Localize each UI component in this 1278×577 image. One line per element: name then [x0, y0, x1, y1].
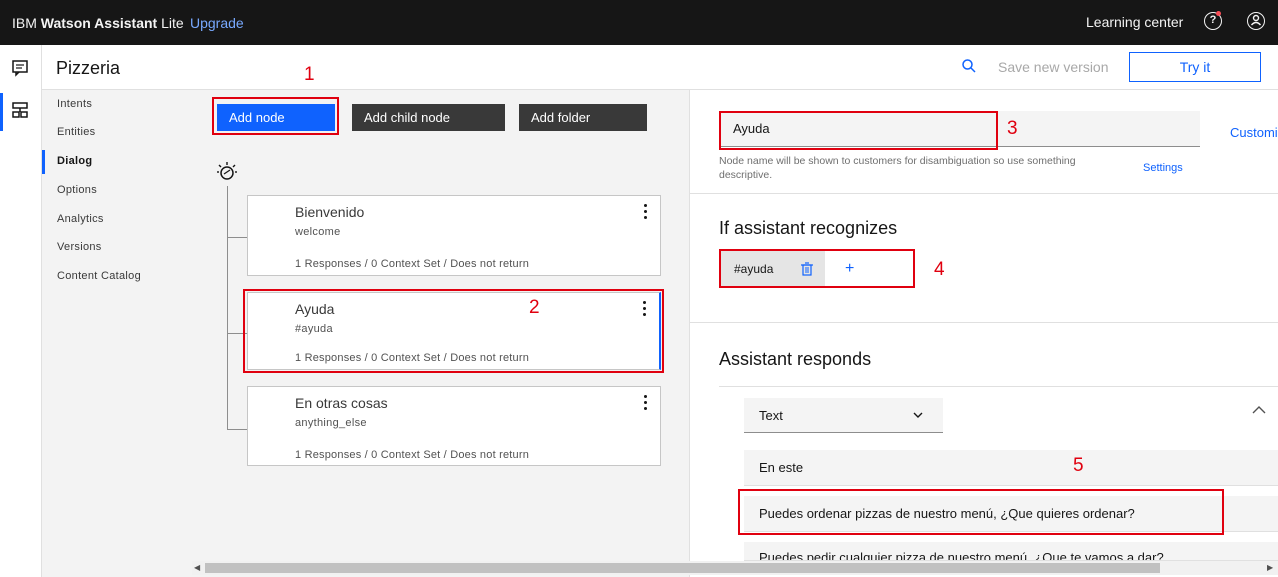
nav-intents[interactable]: Intents [42, 93, 192, 115]
responds-heading: Assistant responds [719, 349, 872, 369]
add-folder-button[interactable]: Add folder [519, 104, 647, 131]
node-meta: 1 Responses / 0 Context Set / Does not r… [295, 449, 530, 461]
response-variation-3[interactable]: Puedes pedir cualquier pizza de nuestro … [744, 542, 1278, 561]
divider [719, 386, 1278, 387]
divider [690, 322, 1278, 323]
annotation-number-2: 2 [529, 297, 540, 318]
dialog-root-icon [217, 162, 237, 180]
annotation-number-3: 3 [1007, 118, 1018, 139]
annotation-box-5 [738, 489, 1224, 535]
rail-active-indicator [0, 93, 3, 131]
response-variation-1[interactable]: En este [744, 450, 1278, 486]
annotation-number-1: 1 [304, 64, 315, 85]
search-icon[interactable] [962, 59, 976, 73]
chevron-up-icon[interactable] [1252, 405, 1266, 415]
node-name-help-text: Node name will be shown to customers for… [719, 155, 1076, 181]
brand-name: Watson Assistant [40, 15, 158, 31]
horizontal-scrollbar[interactable]: ◀ ▶ [192, 561, 1278, 575]
annotation-box-2 [243, 289, 664, 373]
nav-dialog[interactable]: Dialog [42, 150, 192, 174]
brand-logo[interactable]: IBM Watson Assistant Lite [12, 15, 184, 31]
annotation-number-5: 5 [1073, 455, 1084, 476]
customize-link[interactable]: Customiz [1230, 125, 1278, 140]
try-it-button[interactable]: Try it [1129, 52, 1261, 82]
save-version-button[interactable]: Save new version [998, 59, 1109, 75]
skill-header: Pizzeria Save new version Try it [42, 45, 1278, 90]
tree-connector [227, 237, 247, 238]
node-title: Bienvenido [295, 204, 365, 220]
node-meta: 1 Responses / 0 Context Set / Does not r… [295, 258, 530, 270]
page-title: Pizzeria [56, 58, 121, 78]
settings-link[interactable]: Settings [1143, 162, 1183, 174]
brand-prefix: IBM [12, 15, 37, 31]
dialog-node-bienvenido[interactable]: Bienvenido welcome 1 Responses / 0 Conte… [247, 195, 661, 276]
response-type-value: Text [759, 408, 783, 423]
nav-entities[interactable]: Entities [42, 121, 192, 143]
add-child-node-button[interactable]: Add child node [352, 104, 505, 131]
annotation-number-4: 4 [934, 259, 945, 280]
nav-versions[interactable]: Versions [42, 236, 192, 258]
scrollbar-thumb[interactable] [205, 563, 1160, 573]
annotation-box-3 [719, 111, 998, 150]
tree-connector [227, 429, 247, 430]
brand-plan: Lite [161, 15, 184, 31]
node-condition: anything_else [295, 417, 367, 429]
user-icon[interactable] [1247, 12, 1265, 30]
nav-analytics[interactable]: Analytics [42, 208, 192, 230]
top-bar: IBM Watson Assistant Lite Upgrade Learni… [0, 0, 1278, 45]
nav-content-catalog[interactable]: Content Catalog [42, 265, 192, 287]
divider [690, 193, 1278, 194]
node-title: En otras cosas [295, 395, 388, 411]
skills-icon[interactable] [11, 101, 29, 119]
nav-options[interactable]: Options [42, 179, 192, 201]
annotation-box-4 [719, 249, 915, 288]
overflow-menu-icon[interactable] [642, 395, 648, 411]
recognizes-heading: If assistant recognizes [719, 218, 898, 238]
tree-connector [227, 186, 228, 429]
scroll-left-arrow[interactable]: ◀ [194, 563, 200, 572]
response-type-select[interactable]: Text [744, 398, 943, 433]
chat-icon[interactable] [11, 59, 29, 77]
dialog-node-anything-else[interactable]: En otras cosas anything_else 1 Responses… [247, 386, 661, 466]
left-rail [0, 45, 42, 577]
node-condition: welcome [295, 226, 341, 238]
overflow-menu-icon[interactable] [642, 204, 648, 220]
annotation-box-1 [212, 97, 339, 135]
upgrade-link[interactable]: Upgrade [190, 15, 244, 31]
notification-dot [1216, 11, 1221, 16]
learning-center-link[interactable]: Learning center [1086, 14, 1183, 30]
scroll-right-arrow[interactable]: ▶ [1267, 563, 1273, 572]
chevron-down-icon [913, 412, 923, 418]
